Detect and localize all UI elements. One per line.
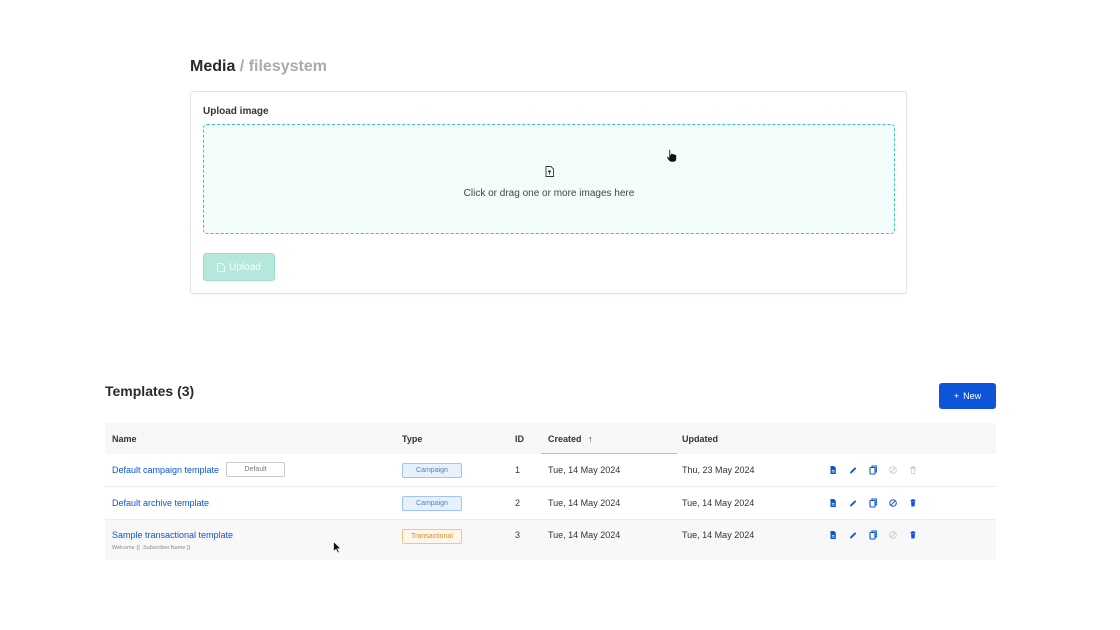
upload-label: Upload image <box>203 106 269 117</box>
created-label: Created <box>548 434 582 444</box>
plus-icon: + <box>953 391 960 401</box>
arrow-cursor-icon <box>333 541 342 554</box>
updated-date: Tue, 14 May 2024 <box>682 530 755 540</box>
column-header-created[interactable]: Created ↑ <box>548 434 593 444</box>
clone-icon[interactable] <box>867 529 879 541</box>
created-date: Tue, 14 May 2024 <box>548 498 621 508</box>
row-actions <box>827 464 919 476</box>
image-dropzone[interactable]: Click or drag one or more images here <box>203 124 895 234</box>
table-row: Sample transactional template Welcome {{… <box>105 520 996 560</box>
breadcrumb-separator: / <box>239 58 245 75</box>
clone-icon[interactable] <box>867 497 879 509</box>
preview-icon[interactable] <box>827 464 839 476</box>
templates-table: Name Type ID Created ↑ Updated Default c… <box>105 423 996 560</box>
template-name-link[interactable]: Default campaign template <box>112 465 219 475</box>
row-actions <box>827 497 919 509</box>
type-badge: Campaign <box>402 463 462 478</box>
template-name-link[interactable]: Default archive template <box>112 498 209 508</box>
updated-date: Thu, 23 May 2024 <box>682 465 755 475</box>
hand-cursor-icon <box>666 149 677 163</box>
page-title: Media / filesystem <box>190 58 327 76</box>
preview-icon[interactable] <box>827 529 839 541</box>
template-id: 1 <box>515 465 521 475</box>
page-title-main: Media <box>190 58 236 75</box>
set-default-icon <box>889 466 897 474</box>
delete-icon[interactable] <box>907 529 919 541</box>
set-default-icon <box>889 531 897 539</box>
delete-icon <box>910 466 916 474</box>
new-button-label: New <box>963 391 982 401</box>
column-header-updated[interactable]: Updated <box>682 434 718 444</box>
table-header: Name Type ID Created ↑ Updated <box>105 423 996 454</box>
dropzone-text: Click or drag one or more images here <box>463 188 635 199</box>
sort-asc-icon: ↑ <box>588 434 593 444</box>
delete-icon[interactable] <box>907 497 919 509</box>
file-upload-icon <box>545 166 554 177</box>
updated-date: Tue, 14 May 2024 <box>682 498 755 508</box>
file-upload-icon <box>217 262 226 272</box>
column-header-name[interactable]: Name <box>112 434 137 444</box>
set-default-icon[interactable] <box>887 497 899 509</box>
created-date: Tue, 14 May 2024 <box>548 530 621 540</box>
default-badge: Default <box>226 462 285 477</box>
upload-button[interactable]: Upload <box>203 253 275 281</box>
page-subtitle: filesystem <box>248 58 327 75</box>
template-id: 2 <box>515 498 521 508</box>
templates-title: Templates (3) <box>105 383 195 399</box>
clone-icon[interactable] <box>867 464 879 476</box>
edit-icon[interactable] <box>847 497 859 509</box>
column-header-type[interactable]: Type <box>402 434 422 444</box>
template-name-link[interactable]: Sample transactional template <box>112 530 233 540</box>
new-template-button[interactable]: + New <box>939 383 996 409</box>
row-actions <box>827 529 919 541</box>
column-header-id[interactable]: ID <box>515 434 524 444</box>
upload-card: Upload image Click or drag one or more i… <box>190 91 907 294</box>
type-badge: Transactional <box>402 529 462 544</box>
template-id: 3 <box>515 530 521 540</box>
table-row: Default campaign template Default Campai… <box>105 454 996 487</box>
type-badge: Campaign <box>402 496 462 511</box>
edit-icon[interactable] <box>847 529 859 541</box>
preview-icon[interactable] <box>827 497 839 509</box>
table-row: Default archive template Campaign 2 Tue,… <box>105 487 996 520</box>
upload-button-label: Upload <box>229 261 261 273</box>
created-date: Tue, 14 May 2024 <box>548 465 621 475</box>
template-subject: Welcome {{ .Subscriber.Name }} <box>112 545 191 551</box>
edit-icon[interactable] <box>847 464 859 476</box>
